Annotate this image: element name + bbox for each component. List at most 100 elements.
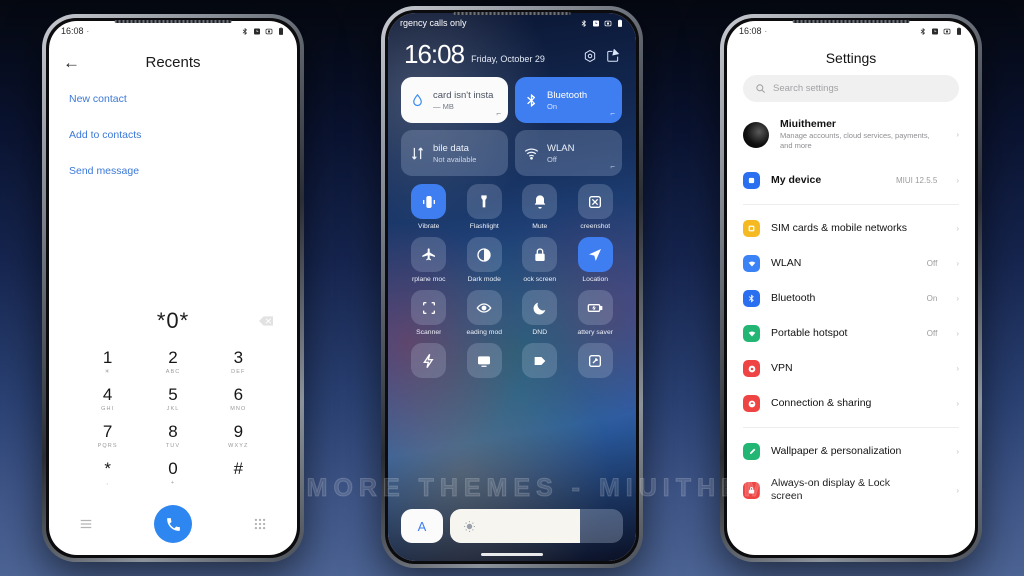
key-hash[interactable]: #	[206, 456, 271, 493]
tile-icon-bg	[411, 184, 447, 219]
tile-cast[interactable]	[457, 343, 513, 382]
settings-row-sim-cards[interactable]: SIM cards & mobile networks ›	[727, 211, 975, 246]
tile-flashlight[interactable]: Flashlight	[457, 184, 513, 230]
tile-icon-bg	[522, 184, 558, 219]
vpn-icon	[743, 360, 760, 377]
divider	[743, 204, 959, 205]
status-time: 16:08	[61, 26, 84, 36]
row-label: SIM cards & mobile networks	[771, 222, 907, 234]
tile-lightning[interactable]	[401, 343, 457, 382]
tile-battery-saver[interactable]: attery saver	[568, 290, 624, 336]
link-send-message[interactable]: Send message	[69, 165, 277, 177]
tile-screenshot[interactable]: creenshot	[568, 184, 624, 230]
settings-row-my-device[interactable]: My device MIUI 12.5.5 ›	[727, 163, 975, 198]
settings-list: Miuithemer Manage accounts, cloud servic…	[727, 114, 975, 555]
home-indicator[interactable]	[481, 553, 543, 556]
key-8[interactable]: 8 TUV	[140, 419, 205, 456]
tile-reading-mode[interactable]: eading mod	[457, 290, 513, 336]
row-value: Off	[926, 259, 938, 268]
tile-subtitle: — MB	[433, 101, 454, 111]
key-5[interactable]: 5 JKL	[140, 382, 205, 419]
keypad-icon[interactable]	[253, 517, 267, 531]
screenshot-icon	[589, 195, 602, 208]
auto-brightness-button[interactable]: A	[401, 509, 443, 543]
expand-arrow-icon[interactable]: ⌐	[610, 162, 615, 171]
phone-device-dialer: 16:08 · ← Recents New contact Add to con…	[42, 14, 304, 562]
sun-icon	[464, 520, 475, 532]
key-1[interactable]: 1 ☀	[75, 345, 140, 382]
key-digit: 1	[102, 348, 113, 367]
lock-icon	[535, 247, 545, 261]
key-0[interactable]: 0 +	[140, 456, 205, 493]
tile-icon-bg	[466, 237, 502, 272]
tile-lock-screen[interactable]: ock screen	[512, 237, 568, 283]
key-star[interactable]: *,	[75, 456, 140, 493]
sharing-icon	[743, 395, 760, 412]
dial-input-value[interactable]: *0*	[157, 308, 189, 334]
key-3[interactable]: 3 DEF	[206, 345, 271, 382]
settings-row-wlan[interactable]: WLAN Off ›	[727, 246, 975, 281]
menu-icon[interactable]	[79, 517, 93, 531]
settings-row-portable-hotspot[interactable]: Portable hotspot Off ›	[727, 316, 975, 351]
keypad: 1 ☀ 2 ABC 3 DEF 4 GHI 5 JKL 6 MNO 7 PQRS 8 TUV 9…	[49, 341, 297, 493]
settings-row-wallpaper[interactable]: Wallpaper & personalization ›	[727, 434, 975, 469]
cc-big-tiles: card isn't insta — MB ⌐ Bluetooth On ⌐ b…	[388, 67, 636, 176]
link-add-to-contacts[interactable]: Add to contacts	[69, 129, 277, 141]
battery-saver-icon	[587, 303, 603, 312]
tile-resize[interactable]	[568, 343, 624, 382]
tile-wlan[interactable]: WLAN Off ⌐	[515, 130, 622, 176]
search-input[interactable]: Search settings	[743, 75, 959, 102]
settings-row-always-on-display[interactable]: Always-on display & Lock screen ›	[727, 469, 975, 511]
row-label: My device	[771, 174, 822, 186]
tile-scanner[interactable]: Scanner	[401, 290, 457, 336]
gear-hex-icon[interactable]	[583, 49, 597, 63]
key-6[interactable]: 6 MNO	[206, 382, 271, 419]
brightness-slider[interactable]	[450, 509, 623, 543]
tile-label: Dark mode	[467, 276, 501, 283]
key-9[interactable]: 9 WXYZ	[206, 419, 271, 456]
tile-storage-card[interactable]: card isn't insta — MB ⌐	[401, 77, 508, 123]
settings-row-bluetooth[interactable]: Bluetooth On ›	[727, 281, 975, 316]
settings-row-vpn[interactable]: VPN ›	[727, 351, 975, 386]
chevron-right-icon: ›	[956, 224, 959, 233]
bluetooth-icon	[527, 93, 536, 107]
status-bar: rgency calls only	[388, 13, 636, 33]
call-button[interactable]	[154, 505, 192, 543]
tile-mute[interactable]: Mute	[512, 184, 568, 230]
tile-reading-card[interactable]	[512, 343, 568, 382]
alarm-icon	[932, 28, 938, 34]
row-value: Off	[926, 329, 938, 338]
tile-dark-mode[interactable]: Dark mode	[457, 237, 513, 283]
battery-icon	[957, 27, 961, 35]
tile-icon-bg	[522, 290, 558, 325]
key-7[interactable]: 7 PQRS	[75, 419, 140, 456]
resize-icon	[589, 354, 602, 367]
tile-dnd[interactable]: DND	[512, 290, 568, 336]
key-letters: PQRS	[97, 443, 118, 449]
settings-row-connection-sharing[interactable]: Connection & sharing ›	[727, 386, 975, 421]
tile-mobile-data[interactable]: bile data Not available	[401, 130, 508, 176]
tile-location[interactable]: Location	[568, 237, 624, 283]
expand-arrow-icon[interactable]: ⌐	[610, 109, 615, 118]
backspace-icon[interactable]	[259, 316, 273, 326]
tile-airplane-mode[interactable]: rplane moc	[401, 237, 457, 283]
brightness-row: A	[401, 509, 623, 543]
key-letters: WXYZ	[228, 443, 249, 449]
edit-square-icon[interactable]	[606, 49, 620, 63]
key-digit: 3	[233, 348, 244, 367]
key-letters: ☀	[104, 369, 111, 375]
link-new-contact[interactable]: New contact	[69, 93, 277, 105]
row-label: Connection & sharing	[771, 397, 872, 409]
account-row[interactable]: Miuithemer Manage accounts, cloud servic…	[727, 114, 975, 163]
avatar	[743, 121, 769, 148]
row-value: MIUI 12.5.5	[895, 176, 938, 185]
action-link-list: New contact Add to contacts Send message	[49, 83, 297, 201]
battery-icon	[279, 27, 283, 35]
key-4[interactable]: 4 GHI	[75, 382, 140, 419]
tile-icon-bg	[466, 343, 502, 378]
tile-vibrate[interactable]: Vibrate	[401, 184, 457, 230]
bell-icon	[534, 194, 546, 209]
tile-bluetooth[interactable]: Bluetooth On ⌐	[515, 77, 622, 123]
expand-arrow-icon[interactable]: ⌐	[496, 109, 501, 118]
key-2[interactable]: 2 ABC	[140, 345, 205, 382]
